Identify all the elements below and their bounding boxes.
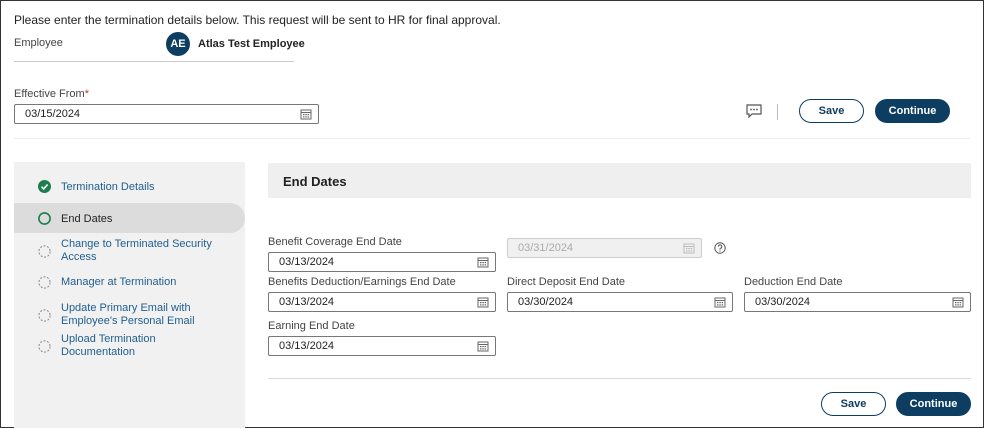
benefit-coverage-default-value: 03/31/2024 [518, 242, 574, 254]
earning-value: 03/13/2024 [279, 340, 335, 352]
calendar-icon[interactable] [714, 296, 726, 308]
earning-label: Earning End Date [268, 320, 355, 332]
calendar-icon[interactable] [477, 296, 489, 308]
pending-circle-icon [38, 309, 51, 322]
required-marker: * [84, 88, 89, 100]
calendar-icon[interactable] [477, 256, 489, 268]
step-label-line2: Employee's Personal Email [61, 315, 195, 327]
effective-from-label: Effective From* [14, 88, 89, 100]
continue-button[interactable]: Continue [875, 99, 950, 123]
earning-input[interactable]: 03/13/2024 [268, 336, 496, 356]
step-label-line2: Access [61, 251, 97, 263]
section-header: End Dates [268, 163, 971, 198]
avatar: AE [166, 32, 190, 56]
effective-from-value: 03/15/2024 [25, 108, 81, 120]
calendar-icon[interactable] [952, 296, 964, 308]
section-title: End Dates [283, 174, 347, 189]
deduction-input[interactable]: 03/30/2024 [744, 292, 971, 312]
step-manager-at-termination[interactable]: Manager at Termination [14, 270, 245, 294]
benefits-deduction-input[interactable]: 03/13/2024 [268, 292, 496, 312]
header-separator [777, 104, 778, 120]
help-icon[interactable] [714, 242, 726, 254]
benefit-coverage-value: 03/13/2024 [279, 256, 335, 268]
direct-deposit-label: Direct Deposit End Date [507, 276, 625, 288]
calendar-icon[interactable] [300, 108, 312, 120]
benefit-coverage-input[interactable]: 03/13/2024 [268, 252, 496, 272]
step-label-line1: Change to Terminated Security [61, 238, 212, 250]
step-terminated-security-access[interactable]: Change to Terminated Security Access [14, 236, 245, 266]
bottom-divider [268, 378, 971, 379]
step-label-line2: Documentation [61, 346, 135, 358]
pending-circle-icon [38, 245, 51, 258]
employee-label: Employee [14, 37, 63, 49]
check-circle-icon [38, 180, 51, 193]
step-termination-details[interactable]: Termination Details [14, 174, 245, 200]
benefit-coverage-label: Benefit Coverage End Date [268, 236, 402, 248]
step-label: End Dates [61, 213, 113, 225]
step-update-primary-email[interactable]: Update Primary Email with Employee's Pers… [14, 300, 245, 330]
top-divider [14, 138, 970, 139]
direct-deposit-value: 03/30/2024 [518, 296, 574, 308]
save-button[interactable]: Save [799, 99, 864, 123]
step-label: Manager at Termination [61, 276, 177, 288]
benefits-deduction-value: 03/13/2024 [279, 296, 335, 308]
deduction-label: Deduction End Date [744, 276, 843, 288]
direct-deposit-input[interactable]: 03/30/2024 [507, 292, 733, 312]
calendar-icon [683, 243, 695, 254]
active-circle-icon [38, 212, 51, 225]
step-label-line1: Update Primary Email with [61, 302, 191, 314]
benefit-coverage-default-input: 03/31/2024 [507, 238, 702, 258]
benefits-deduction-label: Benefits Deduction/Earnings End Date [268, 276, 456, 288]
pending-circle-icon [38, 340, 51, 353]
comment-icon[interactable] [746, 104, 762, 118]
intro-text: Please enter the termination details bel… [14, 13, 501, 27]
deduction-value: 03/30/2024 [755, 296, 811, 308]
footer-save-button[interactable]: Save [821, 392, 886, 416]
effective-from-label-text: Effective From [14, 88, 85, 100]
step-upload-termination-documentation[interactable]: Upload Termination Documentation [14, 331, 245, 361]
employee-divider [14, 61, 294, 62]
employee-name: Atlas Test Employee [198, 38, 305, 50]
step-label-line1: Upload Termination [61, 333, 156, 345]
step-end-dates[interactable]: End Dates [14, 203, 245, 233]
steps-sidebar: Termination Details End Dates Change to … [14, 162, 245, 428]
pending-circle-icon [38, 276, 51, 289]
calendar-icon[interactable] [477, 340, 489, 352]
footer-continue-button[interactable]: Continue [896, 392, 971, 416]
effective-from-input[interactable]: 03/15/2024 [14, 104, 319, 124]
step-label: Termination Details [61, 181, 155, 193]
